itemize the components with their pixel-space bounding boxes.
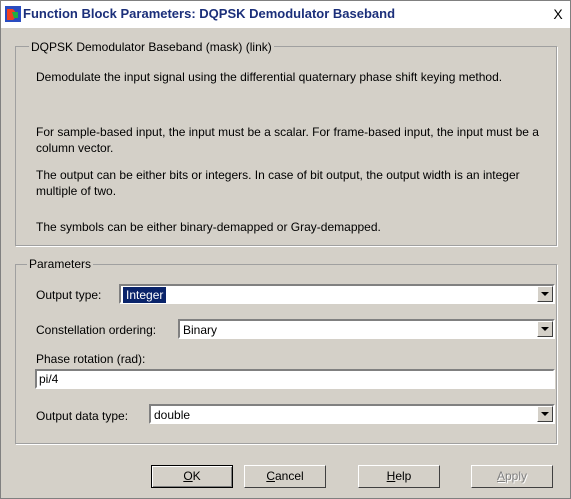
ok-mnemonic: O xyxy=(183,469,193,483)
constellation-ordering-value: Binary xyxy=(183,323,218,337)
description-paragraph-1: Demodulate the input signal using the di… xyxy=(36,70,503,84)
description-paragraph-4: The symbols can be either binary-demappe… xyxy=(36,220,381,234)
output-type-dropdown-button[interactable] xyxy=(537,286,553,302)
chevron-down-icon xyxy=(541,292,549,296)
cancel-label-rest: ancel xyxy=(274,469,304,483)
window-title: Function Block Parameters: DQPSK Demodul… xyxy=(23,6,396,21)
output-type-value: Integer xyxy=(121,286,168,304)
apply-mnemonic: A xyxy=(496,469,505,483)
output-type-label: Output type: xyxy=(36,288,102,302)
constellation-ordering-dropdown-button[interactable] xyxy=(537,321,553,337)
cancel-button[interactable]: Cancel xyxy=(244,465,326,488)
output-data-type-select[interactable]: double xyxy=(149,404,555,424)
chevron-down-icon xyxy=(541,412,549,416)
help-button[interactable]: Help xyxy=(358,465,440,488)
cancel-mnemonic: C xyxy=(266,469,275,483)
parameters-legend: Parameters xyxy=(27,257,94,271)
description-paragraph-3: The output can be either bits or integer… xyxy=(36,168,520,198)
apply-label-rest: pply xyxy=(505,469,528,483)
description-paragraph-2: For sample-based input, the input must b… xyxy=(36,125,539,155)
output-data-type-label: Output data type: xyxy=(36,409,129,423)
phase-rotation-label: Phase rotation (rad): xyxy=(36,352,146,366)
phase-rotation-field[interactable] xyxy=(35,369,555,389)
output-data-type-dropdown-button[interactable] xyxy=(537,406,553,422)
title-bar[interactable]: Function Block Parameters: DQPSK Demodul… xyxy=(1,1,570,28)
constellation-ordering-label: Constellation ordering: xyxy=(36,323,157,337)
output-data-type-value: double xyxy=(154,408,191,422)
constellation-ordering-select[interactable]: Binary xyxy=(178,319,555,339)
ok-label-rest: K xyxy=(192,469,201,483)
phase-rotation-input[interactable] xyxy=(39,372,504,386)
close-icon[interactable]: X xyxy=(549,5,567,23)
chevron-down-icon xyxy=(541,327,549,331)
output-type-select[interactable]: Integer xyxy=(119,284,555,304)
app-icon xyxy=(5,6,21,22)
dialog-window: Function Block Parameters: DQPSK Demodul… xyxy=(0,0,571,499)
help-label-rest: elp xyxy=(395,469,412,483)
ok-button[interactable]: OK xyxy=(151,465,233,488)
description-legend: DQPSK Demodulator Baseband (mask) (link) xyxy=(29,40,274,54)
apply-button[interactable]: Apply xyxy=(471,465,553,488)
